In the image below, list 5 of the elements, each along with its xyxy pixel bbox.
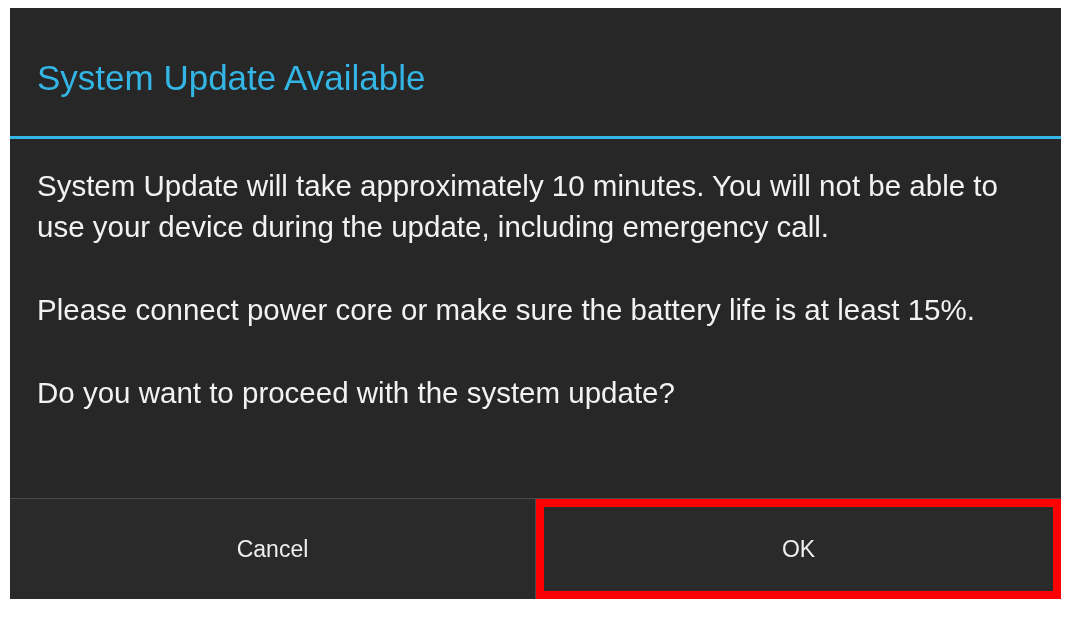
message-text: System Update will take approximately 10 minutes. You will not be able to use your device during the update, including emergency call. [37,168,999,245]
message-text: Do you want to proceed with the system update? [37,375,676,411]
dialog-button[interactable]: OK [535,499,1061,599]
message-text: Please connect power core or make sure the battery life is at least 15%. [37,292,976,328]
dialog-title: System Update Available [37,57,426,99]
